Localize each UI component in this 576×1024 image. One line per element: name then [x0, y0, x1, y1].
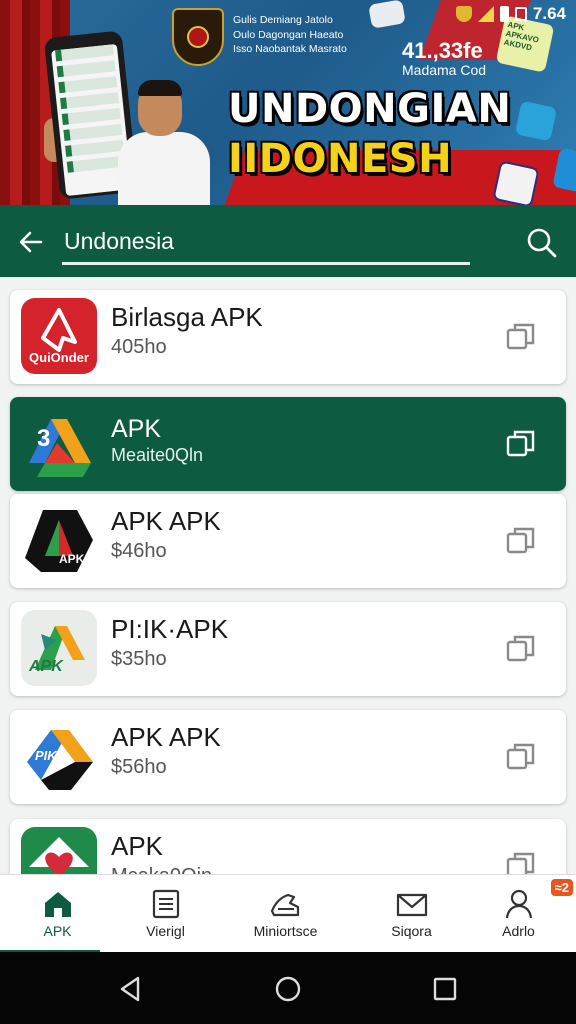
mail-icon [396, 893, 427, 917]
system-back-button[interactable] [116, 974, 146, 1004]
shield-icon [455, 6, 472, 22]
copy-icon [506, 323, 535, 350]
app-icon-label: QuiOnder [29, 350, 89, 365]
banner-price: 41.,33fe [402, 38, 483, 63]
app-subtitle: $46ho [111, 540, 167, 562]
notification-icon [514, 7, 527, 21]
banner-org-line: Gulis Demiang Jatolo [233, 14, 333, 26]
app-icon [21, 827, 97, 874]
signal-icon [477, 6, 494, 22]
nav-item-profile[interactable]: Adrlo ≈2 [461, 875, 576, 953]
app-list[interactable]: QuiOnder Birlasga APK 405ho 3 APK Meaite… [0, 277, 576, 874]
emblem-icon [172, 8, 224, 66]
nav-label: Vierigl [146, 923, 185, 939]
copy-icon [506, 635, 535, 662]
app-list-item[interactable]: PIK APK APK $56ho [10, 710, 566, 804]
app-icon: APK [21, 502, 97, 578]
app-list-item[interactable]: QuiOnder Birlasga APK 405ho [10, 290, 566, 384]
nav-item-mail[interactable]: Siqora [354, 875, 469, 953]
triangle-back-icon [120, 976, 140, 1002]
app-list-item[interactable]: APK PI:IK·APK $35ho [10, 602, 566, 696]
search-icon [527, 228, 557, 258]
copy-icon [506, 743, 535, 770]
app-icon-label: APK [29, 658, 63, 675]
nav-item-tray[interactable]: Miniortsce [228, 875, 343, 953]
app-icon: PIK [21, 718, 97, 794]
search-toolbar: Undonesia [0, 205, 576, 277]
person-body-graphic [118, 132, 210, 205]
app-tile-icon [514, 100, 558, 142]
person-icon [505, 889, 532, 919]
copy-button[interactable] [504, 524, 538, 558]
bottom-navigation: APK Vierigl Miniortsce Siqora Adrlo ≈2 [0, 874, 576, 953]
copy-icon [506, 430, 535, 457]
nav-item-home[interactable]: APK [0, 875, 115, 953]
app-tile-icon [492, 160, 540, 205]
back-button[interactable] [14, 225, 48, 259]
copy-button[interactable] [504, 632, 538, 666]
battery-icon [499, 6, 509, 22]
copy-button[interactable] [504, 320, 538, 354]
person-hair-graphic [138, 80, 182, 96]
nav-item-list[interactable]: Vierigl [108, 875, 223, 953]
banner-headline: UNDONGIAN [228, 86, 512, 132]
app-subtitle: $35ho [111, 648, 167, 670]
nav-label: Adrlo [502, 923, 535, 939]
banner-headline-sub: IIDONESH [228, 136, 453, 182]
status-bar: 7.64 [455, 2, 566, 26]
app-list-item-selected[interactable]: 3 APK Meaite0Qln [10, 397, 566, 491]
arrow-left-icon [19, 231, 43, 253]
copy-icon [506, 527, 535, 554]
banner-price-sub: Madama Cod [402, 62, 487, 78]
app-title: APK APK [111, 722, 221, 752]
app-list-item[interactable]: APK APK APK $46ho [10, 494, 566, 588]
app-icon-label: 3 [37, 425, 51, 452]
copy-icon [506, 852, 535, 874]
app-title: APK [111, 415, 162, 443]
app-subtitle: 405ho [111, 336, 167, 358]
app-title: APK APK [111, 506, 221, 536]
nav-label: Miniortsce [253, 923, 318, 939]
banner-org-line: Oulo Dagongan Haeato [233, 29, 344, 41]
tray-icon [270, 893, 299, 917]
app-icon-label: APK [59, 552, 85, 566]
copy-button[interactable] [504, 849, 538, 874]
system-home-button[interactable] [273, 974, 303, 1004]
copy-button[interactable] [504, 740, 538, 774]
app-list-item[interactable]: APK Mcaka0Qin [10, 819, 566, 874]
app-icon-label: PIK [35, 748, 57, 763]
system-navigation-bar [0, 952, 576, 1024]
circle-home-icon [275, 976, 301, 1002]
app-subtitle: Meaite0Qln [111, 445, 204, 465]
app-title: APK [111, 831, 164, 861]
search-input[interactable]: Undonesia [62, 221, 470, 265]
nav-label: APK [43, 923, 72, 939]
list-icon [152, 889, 179, 919]
app-icon: APK [21, 610, 97, 686]
app-title: Birlasga APK [111, 302, 263, 332]
app-title: PI:IK·APK [111, 614, 229, 644]
app-subtitle: Mcaka0Qin [111, 865, 212, 874]
banner-org-line: Isso Naobantak Masrato [233, 43, 347, 55]
app-icon: 3 [21, 405, 97, 481]
home-icon [44, 892, 71, 917]
search-button[interactable] [524, 225, 560, 261]
status-time: 7.64 [532, 4, 566, 23]
toggle-tile-icon [368, 0, 406, 29]
app-icon: QuiOnder [21, 298, 97, 374]
system-recents-button[interactable] [430, 974, 460, 1004]
nav-label: Siqora [391, 923, 432, 939]
app-subtitle: $56ho [111, 756, 167, 778]
notification-badge: ≈2 [550, 879, 573, 896]
copy-button[interactable] [504, 427, 538, 461]
square-recents-icon [433, 977, 457, 1001]
promo-banner[interactable]: Gulis Demiang Jatolo Oulo Dagongan Haeat… [0, 0, 576, 205]
